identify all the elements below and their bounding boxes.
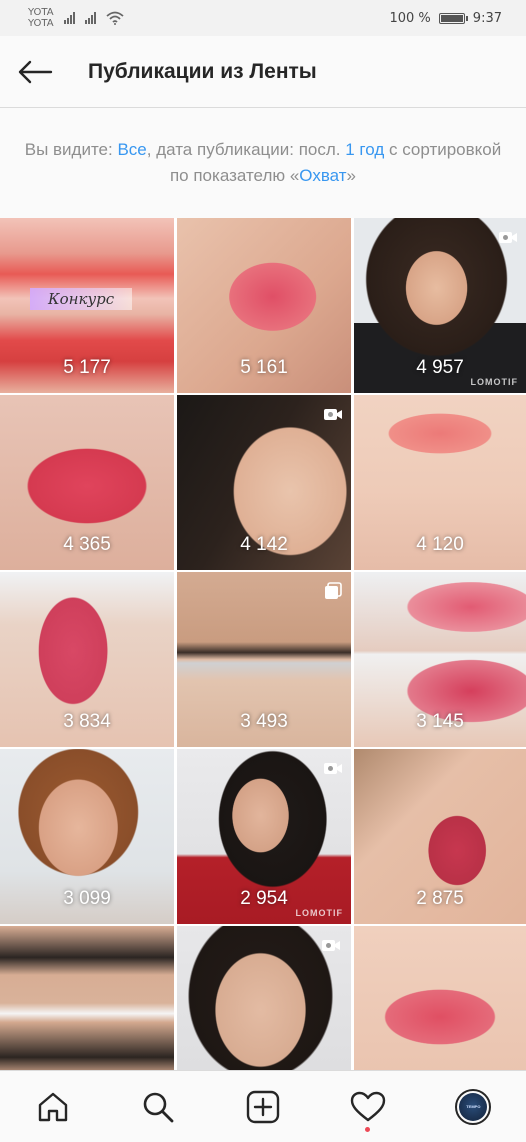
video-icon (324, 409, 342, 420)
wifi-icon (106, 11, 124, 25)
clock: 9:37 (472, 10, 502, 26)
back-button[interactable] (0, 36, 70, 108)
signal-icon (63, 12, 75, 24)
filter-period-link[interactable]: 1 год (345, 140, 384, 159)
post-tile[interactable]: 3 493 (177, 572, 351, 747)
post-tile[interactable]: 2 875 (354, 749, 526, 924)
post-tile[interactable]: 4 142 (177, 395, 351, 570)
reach-count: 3 493 (240, 711, 288, 732)
nav-new-post[interactable] (233, 1077, 293, 1137)
reach-count: 5 161 (240, 357, 288, 378)
nav-home[interactable] (23, 1077, 83, 1137)
carrier-1: YOTA (28, 7, 54, 18)
add-post-icon (246, 1090, 280, 1123)
avatar: TEMPO (455, 1088, 492, 1125)
filter-text-part-1: Вы видите: (24, 140, 118, 159)
post-tile[interactable]: 4 365 (0, 395, 174, 570)
avatar-logo: TEMPO (459, 1092, 488, 1121)
search-icon (143, 1092, 174, 1122)
post-tile[interactable]: LOMOTIF 2 954 (177, 749, 351, 924)
reach-count: 4 120 (416, 534, 464, 555)
post-tile[interactable]: LOMOTIF 4 957 (354, 218, 526, 393)
page-title: Публикации из Ленты (88, 59, 317, 83)
post-grid: Конкурс 5 177 5 161 LOMOTIF 4 957 4 365 … (0, 218, 526, 1070)
post-tile[interactable]: 4 120 (354, 395, 526, 570)
reach-count: 3 099 (63, 888, 111, 909)
filter-text-part-4: » (346, 166, 357, 185)
reach-count: 2 954 (240, 888, 288, 909)
filter-text: Вы видите: Все, дата публикации: посл. 1… (20, 137, 506, 189)
filter-summary: Вы видите: Все, дата публикации: посл. 1… (0, 108, 526, 218)
post-tile[interactable]: Конкурс 5 177 (0, 218, 174, 393)
status-right: 100 % 9:37 (389, 11, 502, 26)
video-icon (324, 763, 342, 774)
arrow-left-icon (18, 60, 53, 83)
reach-count: 3 834 (63, 711, 111, 732)
reach-count: 4 957 (416, 357, 464, 378)
filter-text-part-2: , дата публикации: посл. (146, 140, 346, 159)
nav-profile[interactable]: TEMPO (443, 1077, 503, 1137)
reach-count: 3 145 (416, 711, 464, 732)
reach-count: 2 875 (416, 888, 464, 909)
carrier-2: YOTA (28, 18, 54, 29)
battery-icon (438, 12, 468, 24)
app-header: Публикации из Ленты (0, 36, 526, 108)
filter-metric-link[interactable]: Охват (299, 166, 346, 185)
video-icon (322, 940, 340, 951)
carousel-icon (325, 582, 342, 599)
bottom-nav: TEMPO (0, 1070, 526, 1142)
carrier-labels: YOTA YOTA (28, 7, 54, 29)
notification-dot (365, 1126, 371, 1132)
home-icon (38, 1092, 67, 1121)
status-left: YOTA YOTA (28, 7, 124, 29)
post-tile[interactable]: 3 834 (0, 572, 174, 747)
contest-label: Конкурс (30, 288, 133, 310)
nav-search[interactable] (128, 1077, 188, 1137)
reach-count: 4 142 (240, 534, 288, 555)
post-tile[interactable] (354, 926, 526, 1070)
nav-activity[interactable] (338, 1077, 398, 1137)
post-tile[interactable]: 3 099 (0, 749, 174, 924)
reach-count: 4 365 (63, 534, 111, 555)
video-icon (499, 232, 517, 243)
filter-scope-link[interactable]: Все (117, 140, 146, 159)
battery-percent: 100 % (389, 10, 431, 26)
heart-icon (350, 1091, 386, 1121)
status-bar: YOTA YOTA 100 % 9:37 (0, 0, 526, 36)
post-tile[interactable]: 3 145 (354, 572, 526, 747)
post-tile[interactable] (0, 926, 174, 1070)
post-tile[interactable]: 5 161 (177, 218, 351, 393)
signal-icon-2 (84, 12, 96, 24)
reach-count: 5 177 (63, 357, 111, 378)
